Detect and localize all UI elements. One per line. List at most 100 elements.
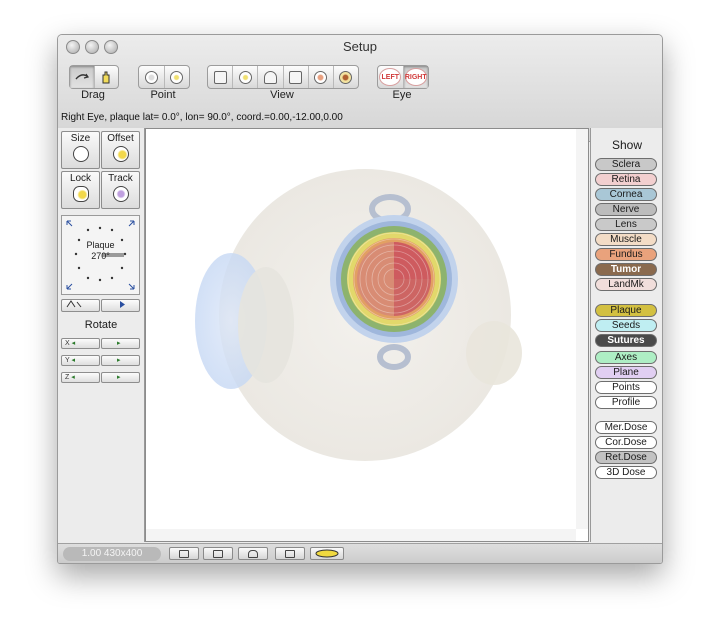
- plaque-dial-label: Plaque: [86, 240, 115, 250]
- point-select-button[interactable]: [139, 66, 165, 88]
- arrow-left-icon: ◂: [71, 374, 75, 381]
- show-toggle-tumor[interactable]: Tumor: [595, 263, 657, 276]
- show-toggle-3d-dose[interactable]: 3D Dose: [595, 466, 657, 479]
- show-toggle-seeds[interactable]: Seeds: [595, 319, 657, 332]
- eye-top-icon: [263, 70, 277, 84]
- home-view-button[interactable]: [238, 547, 268, 560]
- right-eye-button[interactable]: RIGHT: [403, 66, 428, 88]
- point-add-button[interactable]: [165, 66, 190, 88]
- size-button[interactable]: Size: [61, 131, 100, 169]
- offset-button-label: Offset: [107, 133, 134, 144]
- show-toggle-muscle[interactable]: Muscle: [595, 233, 657, 246]
- show-panel: Show Sclera Retina Cornea Nerve Lens Muscle Fu…: [590, 128, 662, 542]
- zoom-in-button[interactable]: [203, 547, 233, 560]
- eye-toolgroup: LEFT RIGHT: [377, 65, 429, 89]
- rotate-reset-button[interactable]: [61, 299, 100, 312]
- hand-icon: [102, 71, 110, 84]
- copy-view-button[interactable]: [275, 547, 305, 560]
- view-plaque-button[interactable]: [334, 66, 358, 88]
- horizontal-scrollbar[interactable]: [146, 529, 576, 541]
- view-label: View: [270, 89, 294, 101]
- show-toggle-lens[interactable]: Lens: [595, 218, 657, 231]
- show-toggle-profile[interactable]: Profile: [595, 396, 657, 409]
- zoom-readout: 1.00 430x400: [63, 547, 161, 561]
- show-title: Show: [611, 138, 643, 152]
- eye-label: Eye: [392, 89, 412, 101]
- rotate-reset-icon: [66, 300, 82, 308]
- offset-button[interactable]: Offset: [101, 131, 140, 169]
- show-toggle-ret-dose[interactable]: Ret.Dose: [595, 451, 657, 464]
- nerve-shape: [466, 321, 522, 385]
- axis-z-label: Z: [65, 374, 70, 381]
- axis-x-label: X: [65, 340, 70, 347]
- play-icon: [120, 301, 125, 308]
- show-toggle-fundus[interactable]: Fundus: [595, 248, 657, 261]
- rotate-z-plus-button[interactable]: ▸: [101, 372, 140, 383]
- offset-icon: [112, 146, 129, 162]
- show-toggle-plane[interactable]: Plane: [595, 366, 657, 379]
- arrow-left-icon: ◂: [71, 340, 76, 347]
- rotate-x-minus-button[interactable]: X ◂: [61, 338, 100, 349]
- show-toggle-retina[interactable]: Retina: [595, 173, 657, 186]
- fundus-icon: [314, 70, 328, 84]
- rotate-y-plus-button[interactable]: ▸: [101, 355, 140, 366]
- view-home-button[interactable]: [208, 66, 234, 88]
- target-icon: [144, 70, 158, 84]
- drag-rotate-button[interactable]: [70, 66, 95, 88]
- target-add-icon: [170, 70, 184, 84]
- zoom-out-button[interactable]: [169, 547, 199, 560]
- setup-window: Setup Drag Point View LEFT RIGHT Eye Rig…: [57, 34, 663, 564]
- eye-front-icon: [238, 70, 252, 84]
- view-fundus-button[interactable]: [309, 66, 334, 88]
- plaque-view-icon: [339, 70, 353, 84]
- home-icon: [213, 70, 227, 84]
- home-icon: [248, 549, 258, 558]
- drag-label: Drag: [81, 89, 105, 101]
- view-toolgroup: [207, 65, 359, 89]
- rotate-y-minus-button[interactable]: Y ◂: [61, 355, 100, 366]
- rotate-x-plus-button[interactable]: ▸: [101, 338, 140, 349]
- show-toggle-axes[interactable]: Axes: [595, 351, 657, 364]
- right-eye-label: RIGHT: [404, 68, 427, 86]
- show-toggle-sutures[interactable]: Sutures: [595, 334, 657, 347]
- rotate-play-button[interactable]: [101, 299, 140, 312]
- view-side-button[interactable]: [284, 66, 309, 88]
- drag-toolgroup: [69, 65, 119, 89]
- left-eye-button[interactable]: LEFT: [378, 66, 404, 88]
- show-toggle-points[interactable]: Points: [595, 381, 657, 394]
- rotate-z-minus-button[interactable]: Z ◂: [61, 372, 100, 383]
- show-toggle-plaque[interactable]: Plaque: [595, 304, 657, 317]
- eye-side-icon: [289, 70, 303, 84]
- size-button-label: Size: [70, 133, 91, 144]
- eye-3d-viewport[interactable]: [145, 128, 589, 542]
- zoom-in-icon: [213, 549, 223, 558]
- drag-hand-button[interactable]: [95, 66, 119, 88]
- point-toolgroup: [138, 65, 190, 89]
- show-toggle-cornea[interactable]: Cornea: [595, 188, 657, 201]
- show-toggle-cor-dose[interactable]: Cor.Dose: [595, 436, 657, 449]
- view-top-button[interactable]: [258, 66, 284, 88]
- vertical-scrollbar[interactable]: [576, 129, 588, 529]
- point-label: Point: [150, 89, 176, 101]
- track-button[interactable]: Track: [101, 171, 140, 209]
- show-toggle-nerve[interactable]: Nerve: [595, 203, 657, 216]
- track-button-label: Track: [108, 173, 133, 184]
- show-toggle-landmk[interactable]: LandMk: [595, 278, 657, 291]
- show-toggle-sclera[interactable]: Sclera: [595, 158, 657, 171]
- arrow-right-icon: ▸: [117, 340, 121, 347]
- lens-shape: [238, 267, 294, 383]
- lock-button-label: Lock: [69, 173, 92, 184]
- plaque-shortcut-button[interactable]: [310, 547, 344, 560]
- zoom-out-icon: [179, 549, 189, 558]
- axis-y-label: Y: [65, 357, 70, 364]
- view-front-button[interactable]: [233, 66, 259, 88]
- plaque-orientation-control[interactable]: Plaque 270°: [61, 215, 140, 295]
- status-text: Right Eye, plaque lat= 0.0°, lon= 90.0°,…: [61, 112, 343, 123]
- show-toggle-mer-dose[interactable]: Mer.Dose: [595, 421, 657, 434]
- rotate-label: Rotate: [84, 319, 118, 331]
- lock-button[interactable]: Lock: [61, 171, 100, 209]
- track-icon: [112, 186, 129, 202]
- left-tool-panel: Size Offset Lock Track Plaque 270° Rotat…: [58, 128, 145, 542]
- bottom-status-bar: 1.00 430x400: [58, 543, 662, 563]
- size-icon: [72, 146, 89, 162]
